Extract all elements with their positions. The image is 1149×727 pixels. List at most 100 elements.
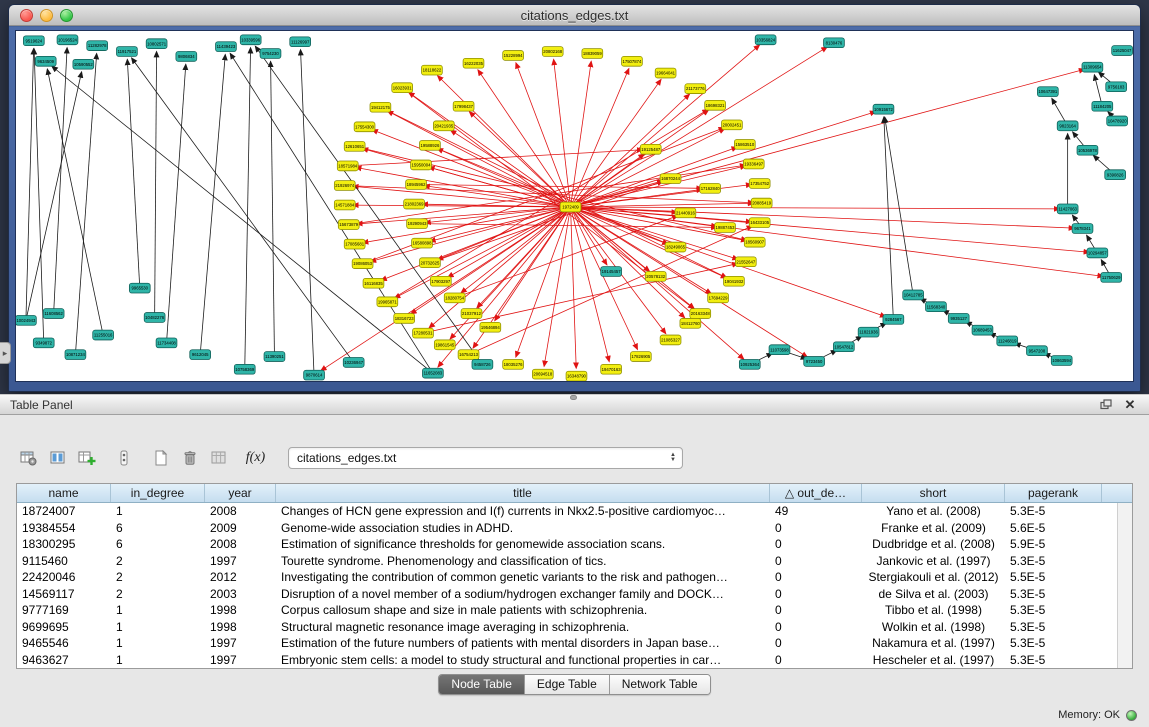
graph-node[interactable]: 9823164: [1057, 121, 1078, 131]
table-row[interactable]: 946554611997Estimation of the future num…: [17, 635, 1132, 652]
graph-node[interactable]: 21085327: [660, 335, 681, 345]
graph-node[interactable]: 19887453: [715, 223, 736, 233]
column-header-out_degree[interactable]: △ out_de…: [770, 484, 862, 502]
graph-node[interactable]: 18412760: [680, 318, 701, 328]
graph-node[interactable]: 15950004: [411, 160, 432, 170]
splitter-handle[interactable]: [570, 395, 577, 400]
panel-collapse-handle[interactable]: ▸: [0, 342, 11, 364]
graph-node[interactable]: 16222035: [463, 58, 484, 68]
table-vertical-scrollbar[interactable]: [1117, 503, 1132, 668]
graph-node[interactable]: 10925364: [739, 359, 760, 369]
graph-node[interactable]: 21037912: [461, 309, 482, 319]
graph-node[interactable]: 17826905: [630, 352, 651, 362]
import-table-icon[interactable]: [206, 447, 231, 470]
graph-node[interactable]: 11073598: [769, 345, 790, 355]
graph-node[interactable]: 11608562: [43, 309, 64, 319]
graph-node[interactable]: 19290943: [407, 219, 428, 229]
graph-node[interactable]: 21440916: [675, 208, 696, 218]
graph-node[interactable]: 10758369: [234, 364, 255, 374]
graph-node[interactable]: 10802571: [146, 39, 167, 49]
graph-node[interactable]: 12610651: [344, 141, 365, 151]
graph-node[interactable]: 17354752: [749, 179, 770, 189]
graph-node[interactable]: 11625047: [1112, 46, 1133, 56]
zoom-button[interactable]: [60, 9, 73, 22]
graph-node[interactable]: 16870244: [660, 174, 681, 184]
tab-edge-table[interactable]: Edge Table: [525, 675, 610, 694]
graph-node[interactable]: 10647391: [1037, 87, 1058, 97]
graph-node[interactable]: 9756183: [1106, 82, 1127, 92]
table-row[interactable]: 1830029562008Estimation of significance …: [17, 536, 1132, 553]
graph-node[interactable]: 19412175: [370, 102, 391, 112]
graph-node[interactable]: 9935127: [948, 314, 969, 324]
graph-node[interactable]: 18945962: [406, 180, 427, 190]
graph-node[interactable]: 11750629: [1101, 272, 1122, 282]
graph-node[interactable]: 15863510: [734, 140, 755, 150]
graph-node[interactable]: 18118622: [422, 65, 443, 75]
table-row[interactable]: 946362711997Embryonic stem cells: a mode…: [17, 652, 1132, 669]
graph-node[interactable]: 17554300: [354, 122, 375, 132]
minimize-button[interactable]: [40, 9, 53, 22]
graph-node[interactable]: 14571884: [334, 200, 355, 210]
graph-node[interactable]: 10590552: [73, 59, 94, 69]
graph-node[interactable]: 11652083: [422, 368, 443, 378]
graph-node[interactable]: 17280531: [413, 328, 434, 338]
graph-node[interactable]: 18280754: [444, 293, 465, 303]
graph-node[interactable]: 15673879: [338, 220, 359, 230]
graph-node[interactable]: 20578132: [645, 272, 666, 282]
graph-node[interactable]: 17998437: [453, 101, 474, 111]
graph-node[interactable]: 9723450: [804, 357, 825, 367]
graph-node[interactable]: 16433105: [749, 218, 770, 228]
graph-node[interactable]: 10236947: [343, 358, 364, 368]
graph-node[interactable]: 18698321: [705, 100, 726, 110]
graph-node[interactable]: 19664041: [655, 68, 676, 78]
graph-node[interactable]: 16116835: [363, 278, 384, 288]
graph-node[interactable]: 9754230: [260, 49, 281, 59]
graph-node[interactable]: 19041932: [724, 276, 745, 286]
graph-node[interactable]: 18316723: [394, 314, 415, 324]
graph-node[interactable]: 11246819: [997, 336, 1018, 346]
graph-node[interactable]: 16023931: [392, 83, 413, 93]
column-header-year[interactable]: year: [205, 484, 276, 502]
graph-node[interactable]: 11309654: [1082, 62, 1103, 72]
graph-node[interactable]: 17903297: [430, 276, 451, 286]
graph-node[interactable]: 9547208: [1027, 346, 1048, 356]
graph-node[interactable]: 9284567: [883, 315, 904, 325]
show-columns-icon[interactable]: [45, 447, 70, 470]
network-canvas[interactable]: 1972409 18118622 1602393119412175 17554300 1…: [15, 30, 1134, 382]
graph-node[interactable]: 11568340: [926, 302, 947, 312]
graph-node[interactable]: 8130476: [824, 38, 845, 48]
graph-node[interactable]: 19145457: [601, 267, 622, 277]
graph-node[interactable]: 1972409: [560, 202, 581, 212]
close-panel-icon[interactable]: ✕: [1121, 397, 1139, 413]
graph-node[interactable]: 20802168: [542, 47, 563, 57]
graph-node[interactable]: 11917521: [117, 47, 138, 57]
graph-node[interactable]: 21173776: [685, 84, 706, 94]
graph-node[interactable]: 10536978: [1077, 145, 1098, 155]
graph-node[interactable]: 19546894: [480, 322, 501, 332]
graph-node[interactable]: 10689453: [972, 325, 993, 335]
table-row[interactable]: 1872400712008Changes of HCN gene express…: [17, 503, 1132, 520]
table-row[interactable]: 1456911722003Disruption of a novel membe…: [17, 586, 1132, 603]
graph-node[interactable]: 9634509: [35, 56, 56, 66]
table-row[interactable]: 911546021997Tourette syndrome. Phenomeno…: [17, 553, 1132, 570]
graph-node[interactable]: 10915672: [873, 104, 894, 114]
table-row[interactable]: 1938455462009Genome-wide association stu…: [17, 520, 1132, 537]
column-header-in_degree[interactable]: in_degree: [111, 484, 205, 502]
table-selector[interactable]: citations_edges.txt ▲▼: [288, 447, 683, 469]
graph-node[interactable]: 11734408: [156, 338, 177, 348]
graph-node[interactable]: 16754213: [458, 350, 479, 360]
graph-node[interactable]: 18249065: [665, 242, 686, 252]
graph-node[interactable]: 9519624: [23, 36, 44, 46]
new-table-icon[interactable]: [148, 447, 173, 470]
graph-node[interactable]: 19336497: [743, 159, 764, 169]
graph-node[interactable]: 11282978: [87, 41, 108, 51]
graph-node[interactable]: 10412785: [903, 290, 924, 300]
graph-node[interactable]: 17694229: [708, 293, 729, 303]
graph-node[interactable]: 10356824: [755, 35, 776, 45]
tab-node-table[interactable]: Node Table: [439, 675, 525, 694]
graph-node[interactable]: 9965530: [129, 283, 150, 293]
graph-node[interactable]: 20885419: [751, 198, 772, 208]
graph-node[interactable]: 19470163: [601, 364, 622, 374]
close-button[interactable]: [20, 9, 33, 22]
graph-node[interactable]: 19086053: [352, 259, 373, 269]
